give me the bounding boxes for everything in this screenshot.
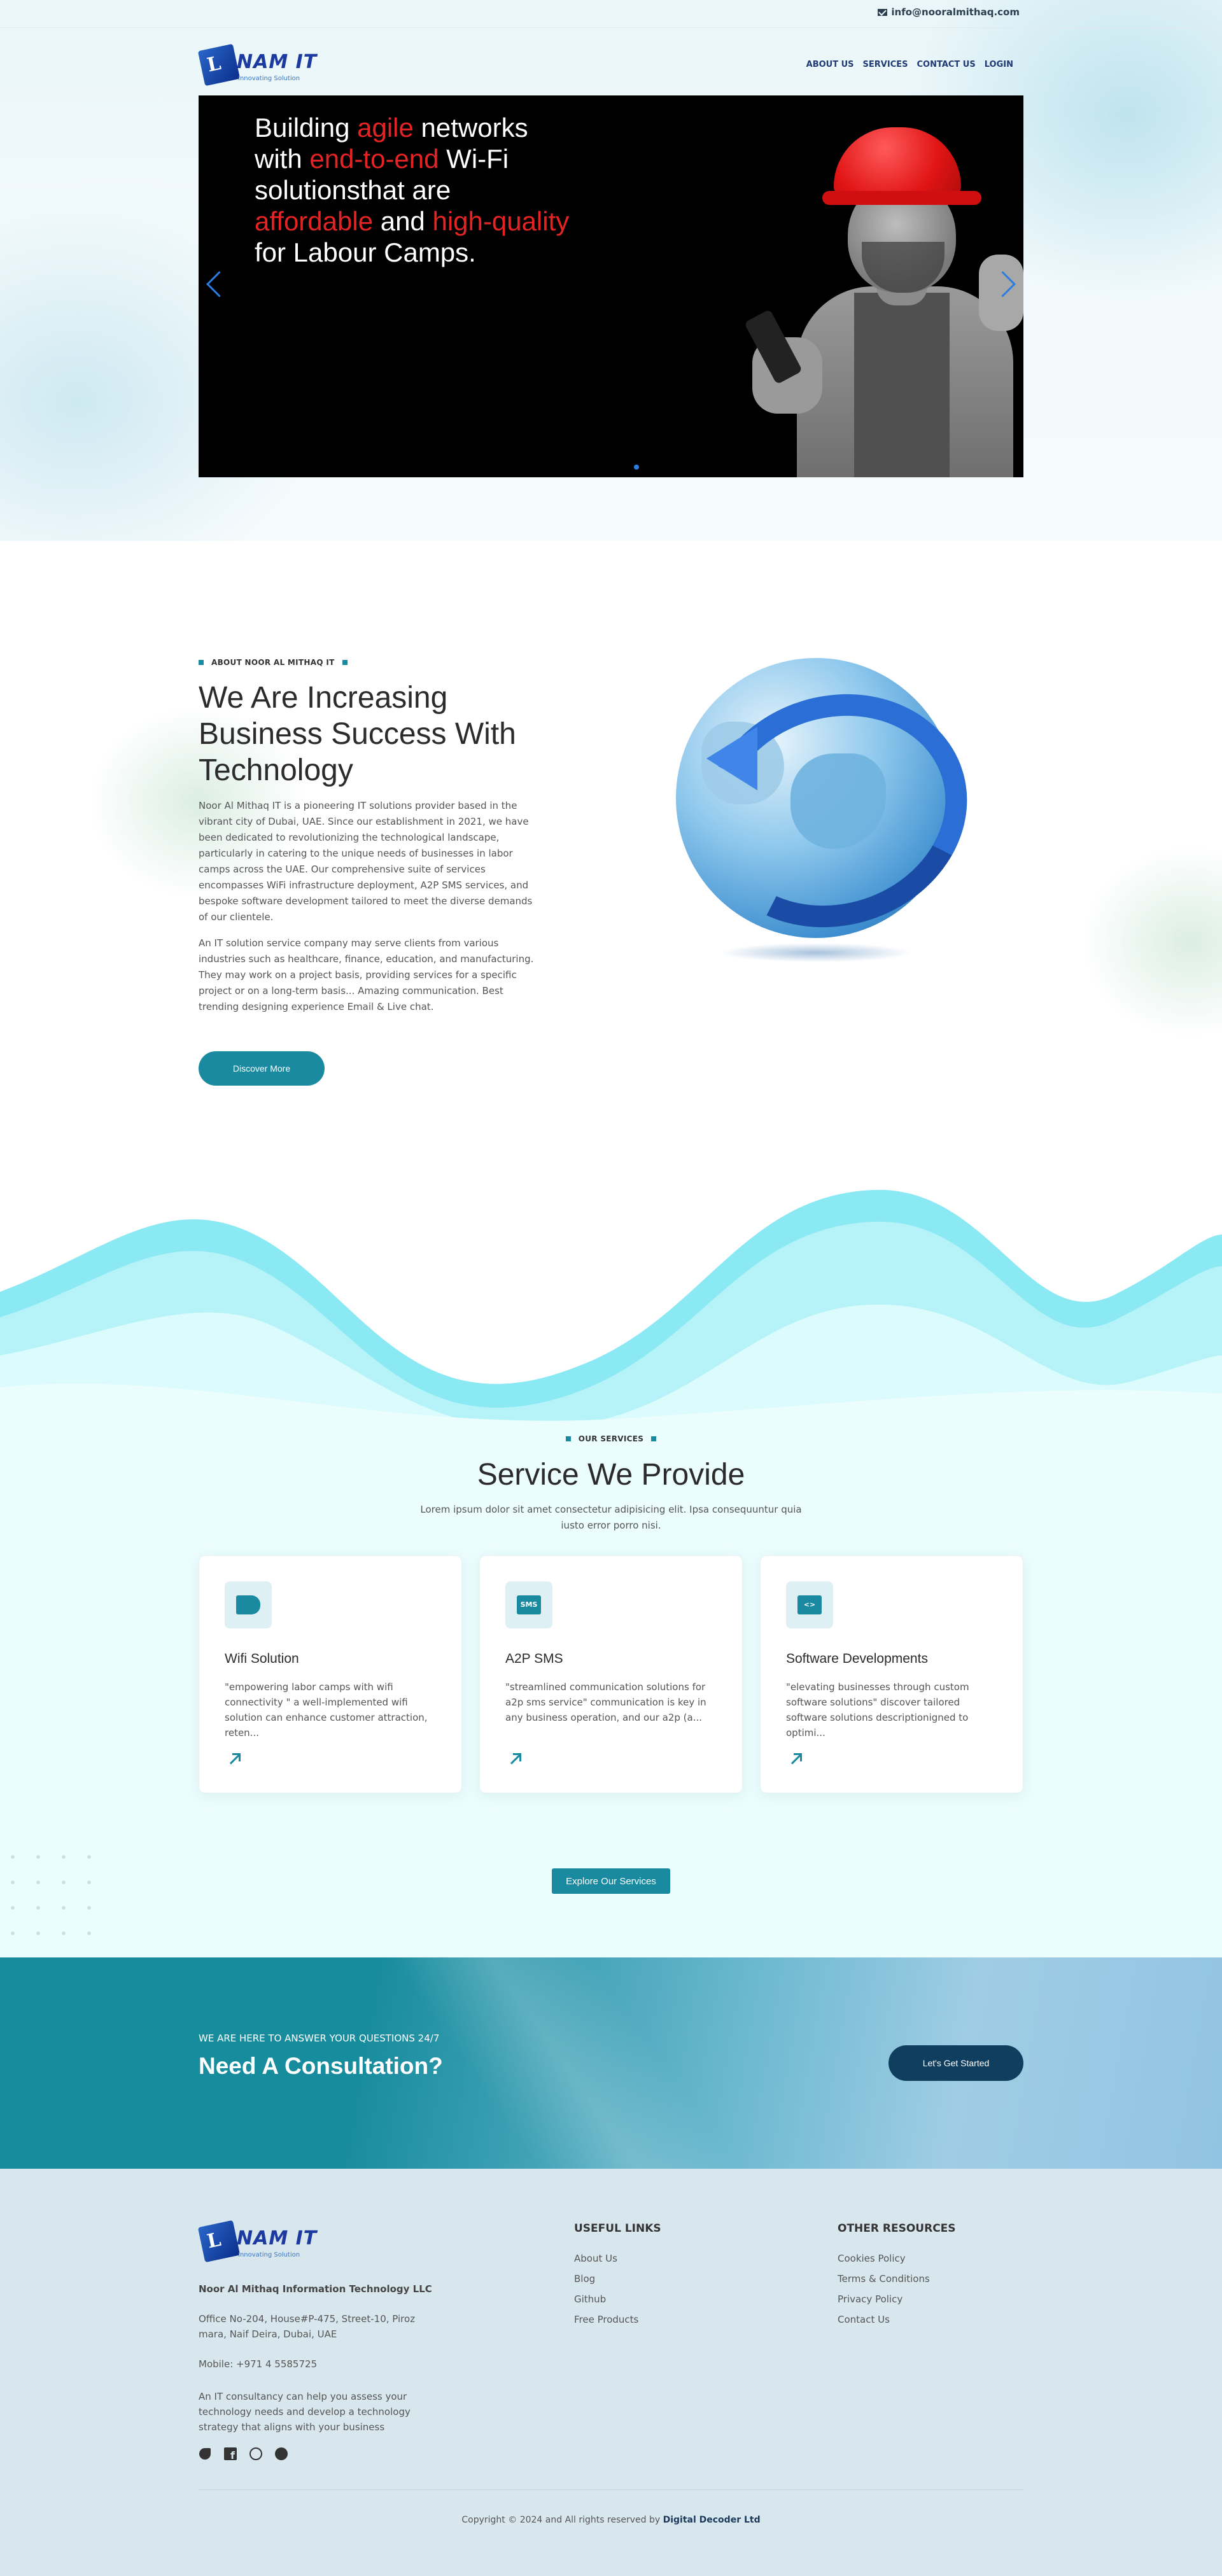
- email-link[interactable]: info@nooralmithaq.com: [878, 6, 1020, 18]
- footer-link-blog[interactable]: Blog: [574, 2273, 638, 2285]
- services-title: Service We Provide: [477, 1458, 745, 1492]
- footer-link-terms[interactable]: Terms & Conditions: [838, 2273, 930, 2285]
- decorative-waves: [0, 1177, 1222, 1445]
- email-text: info@nooralmithaq.com: [891, 6, 1020, 18]
- copyright-owner-link[interactable]: Digital Decoder Ltd: [663, 2515, 761, 2525]
- footer-divider: [199, 2489, 1023, 2490]
- footer-link-free-products[interactable]: Free Products: [574, 2314, 638, 2325]
- copyright: Copyright © 2024 and All rights reserved…: [461, 2515, 761, 2525]
- hero-headline: Building agile networks with end-to-end …: [255, 113, 570, 267]
- footer-link-github[interactable]: Github: [574, 2293, 638, 2305]
- logo-mark: L: [197, 43, 241, 87]
- footer-address: Office No-204, House#P-475, Street-10, P…: [199, 2313, 416, 2340]
- footer-company-name: Noor Al Mithaq Information Technology LL…: [199, 2283, 432, 2295]
- explore-services-button[interactable]: Explore Our Services: [552, 1868, 670, 1894]
- about-paragraph: An IT solution service company may serve…: [199, 937, 534, 1012]
- service-card-a2p-sms[interactable]: SMS A2P SMS "streamlined communication s…: [479, 1555, 743, 1793]
- twitter-icon[interactable]: [199, 2448, 211, 2460]
- laptop-code-icon: <>: [786, 1581, 833, 1628]
- site-footer: L NAM IT Innovating Solution Noor Al Mit…: [0, 2169, 1222, 2576]
- useful-links-list: About Us Blog Github Free Products: [574, 2253, 638, 2325]
- logo-name: NAM IT: [237, 2227, 318, 2250]
- decorative-dot-grid: [0, 1844, 108, 1952]
- services-eyebrow: OUR SERVICES: [0, 1434, 1222, 1443]
- service-card-description: "empowering labor camps with wifi connec…: [225, 1681, 428, 1739]
- slider-prev-arrow-icon[interactable]: [202, 267, 221, 299]
- service-card-title: A2P SMS: [505, 1651, 563, 1666]
- service-cards: Wifi Solution "empowering labor camps wi…: [199, 1555, 1023, 1793]
- arrow-up-right-icon[interactable]: [227, 1752, 241, 1766]
- slider-next-arrow-icon[interactable]: [1001, 267, 1020, 299]
- about-eyebrow: ABOUT NOOR AL MITHAQ IT: [199, 658, 348, 667]
- footer-link-privacy-policy[interactable]: Privacy Policy: [838, 2293, 930, 2305]
- service-card-description: "streamlined communication solutions for…: [505, 1681, 706, 1723]
- about-title: We Are Increasing Business Success With …: [199, 681, 516, 787]
- other-resources-list: Cookies Policy Terms & Conditions Privac…: [838, 2253, 930, 2325]
- consultation-banner: WE ARE HERE TO ANSWER YOUR QUESTIONS 24/…: [0, 1957, 1222, 2169]
- service-card-title: Software Developments: [786, 1651, 928, 1666]
- other-resources-heading: OTHER RESOURCES: [838, 2222, 956, 2235]
- social-links: [199, 2447, 288, 2461]
- footer-link-contact-us[interactable]: Contact Us: [838, 2314, 930, 2325]
- square-bullet-icon: [199, 660, 204, 665]
- nav-menu: ABOUT US SERVICES CONTACT US LOGIN: [806, 60, 1013, 69]
- service-card-software[interactable]: <> Software Developments "elevating busi…: [760, 1555, 1023, 1793]
- nav-item-services[interactable]: SERVICES: [863, 60, 908, 69]
- about-paragraph: Noor Al Mithaq IT is a pioneering IT sol…: [199, 800, 533, 923]
- dribbble-icon[interactable]: [249, 2447, 262, 2460]
- logo-tagline: Innovating Solution: [238, 2251, 300, 2258]
- cta-title: Need A Consultation?: [199, 2053, 443, 2079]
- square-bullet-icon: [565, 1436, 571, 1441]
- discover-more-button[interactable]: Discover More: [199, 1051, 325, 1086]
- sms-icon: SMS: [505, 1581, 552, 1628]
- globe-illustration: [672, 658, 998, 962]
- logo-tagline: Innovating Solution: [238, 75, 300, 82]
- footer-link-about-us[interactable]: About Us: [574, 2253, 638, 2264]
- services-lead: Lorem ipsum dolor sit amet consectetur a…: [420, 1504, 802, 1531]
- square-bullet-icon: [342, 660, 348, 665]
- nav-item-about-us[interactable]: ABOUT US: [806, 60, 854, 69]
- logo-mark: L: [197, 2220, 241, 2263]
- github-icon[interactable]: [275, 2447, 288, 2460]
- useful-links-heading: USEFUL LINKS: [574, 2222, 661, 2235]
- arrow-up-right-icon[interactable]: [789, 1752, 803, 1766]
- service-card-wifi[interactable]: Wifi Solution "empowering labor camps wi…: [199, 1555, 462, 1793]
- hero-worker-image: [631, 95, 1023, 477]
- envelope-icon: [878, 9, 888, 16]
- slider-pagination-dot[interactable]: [634, 465, 639, 470]
- nav-item-contact-us[interactable]: CONTACT US: [916, 60, 975, 69]
- service-card-description: "elevating businesses through custom sof…: [786, 1681, 969, 1739]
- megaphone-icon: [225, 1581, 272, 1628]
- main-navbar: L NAM IT Innovating Solution ABOUT US SE…: [197, 39, 1023, 90]
- get-started-button[interactable]: Let's Get Started: [888, 2045, 1023, 2081]
- arrow-up-right-icon[interactable]: [508, 1752, 522, 1766]
- nav-item-login[interactable]: LOGIN: [985, 60, 1013, 69]
- square-bullet-icon: [651, 1436, 657, 1441]
- site-logo[interactable]: L NAM IT Innovating Solution: [197, 43, 326, 88]
- logo-name: NAM IT: [237, 51, 318, 73]
- service-card-title: Wifi Solution: [225, 1651, 299, 1666]
- about-section: ABOUT NOOR AL MITHAQ IT We Are Increasin…: [0, 541, 1222, 1177]
- footer-mobile: Mobile: +971 4 5585725: [199, 2358, 318, 2370]
- hero-section: info@nooralmithaq.com L NAM IT Innovatin…: [0, 0, 1222, 541]
- services-section: OUR SERVICES Service We Provide Lorem ip…: [0, 1177, 1222, 1957]
- top-bar: info@nooralmithaq.com: [0, 0, 1222, 28]
- facebook-icon[interactable]: [224, 2447, 237, 2461]
- hero-slider: Building agile networks with end-to-end …: [199, 95, 1023, 477]
- footer-link-cookies-policy[interactable]: Cookies Policy: [838, 2253, 930, 2264]
- cta-kicker: WE ARE HERE TO ANSWER YOUR QUESTIONS 24/…: [199, 2033, 440, 2044]
- footer-blurb: An IT consultancy can help you assess yo…: [199, 2391, 411, 2433]
- footer-logo[interactable]: L NAM IT Innovating Solution: [197, 2220, 326, 2264]
